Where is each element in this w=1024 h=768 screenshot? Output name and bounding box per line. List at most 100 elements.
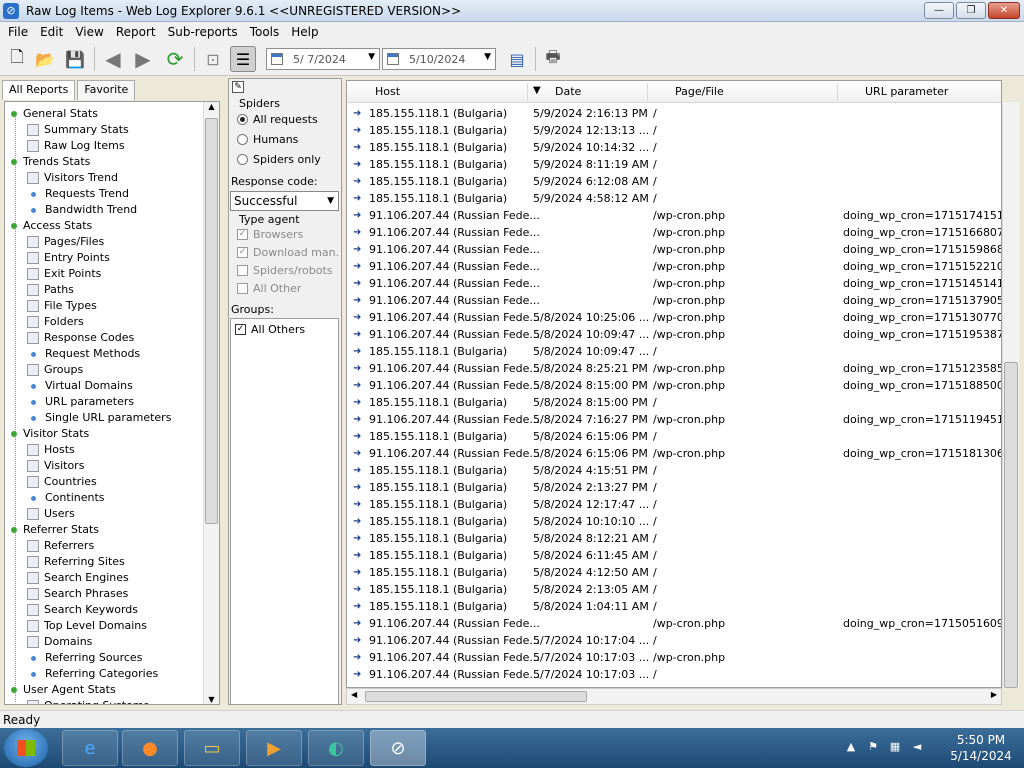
table-row[interactable]: ➜ 185.155.118.1 (Bulgaria) 5/8/2024 1:04:1… <box>347 598 1001 615</box>
web-log-explorer-icon[interactable]: ⊘ <box>370 730 426 766</box>
tree-item[interactable]: Top Level Domains <box>27 618 147 634</box>
media-player-icon[interactable]: ▶ <box>246 730 302 766</box>
tree-item[interactable]: Search Engines <box>27 570 129 586</box>
tree-item[interactable]: Raw Log Items <box>27 138 125 154</box>
table-row[interactable]: ➜ 91.106.207.44 (Russian Fede... 5/8/2024 … <box>347 377 1001 394</box>
table-row[interactable]: ➜ 185.155.118.1 (Bulgaria) 5/9/2024 6:12:0… <box>347 173 1001 190</box>
tree-item[interactable]: Referring Categories <box>27 666 158 682</box>
tree-item[interactable]: Paths <box>27 282 74 298</box>
table-row[interactable]: ➜ 185.155.118.1 (Bulgaria) 5/9/2024 4:58:1… <box>347 190 1001 207</box>
tree-item[interactable]: Entry Points <box>27 250 110 266</box>
open-folder-icon[interactable]: 📂 <box>32 46 58 72</box>
tree-item[interactable]: Folders <box>27 314 84 330</box>
tree-scroll-thumb[interactable] <box>205 118 218 524</box>
tree-item[interactable]: File Types <box>27 298 97 314</box>
table-row[interactable]: ➜ 185.155.118.1 (Bulgaria) 5/8/2024 2:13:2… <box>347 479 1001 496</box>
menu-sub-reports[interactable]: Sub-reports <box>162 22 244 42</box>
forward-icon[interactable]: ▶ <box>130 46 156 72</box>
table-row[interactable]: ➜ 185.155.118.1 (Bulgaria) 5/8/2024 4:12:5… <box>347 564 1001 581</box>
tree-item[interactable]: Visitor Stats <box>11 426 89 442</box>
firefox-icon[interactable]: ● <box>122 730 178 766</box>
tree-item[interactable]: Search Phrases <box>27 586 128 602</box>
table-row[interactable]: ➜ 91.106.207.44 (Russian Fede... 5/8/2024 … <box>347 411 1001 428</box>
new-file-icon[interactable]: 🗋 <box>4 46 30 72</box>
columns-icon[interactable]: ▤ <box>504 46 530 72</box>
refresh-icon[interactable]: ⟳ <box>162 46 188 72</box>
pin-icon[interactable]: ✎ <box>232 81 244 93</box>
tree-scrollbar[interactable]: ▲ ▼ <box>203 102 219 704</box>
chevron-down-icon[interactable]: ▼ <box>484 52 491 62</box>
flag-icon[interactable]: ⚑ <box>866 740 880 754</box>
table-row[interactable]: ➜ 185.155.118.1 (Bulgaria) 5/8/2024 12:17:… <box>347 496 1001 513</box>
tree-item[interactable]: Referring Sites <box>27 554 125 570</box>
back-icon[interactable]: ◀ <box>100 46 126 72</box>
menu-help[interactable]: Help <box>285 22 324 42</box>
table-scroll-thumb[interactable] <box>1004 362 1018 688</box>
tree-item[interactable]: URL parameters <box>27 394 134 410</box>
table-row[interactable]: ➜ 91.106.207.44 (Russian Fede... 5/7/2024 … <box>347 632 1001 649</box>
table-row[interactable]: ➜ 185.155.118.1 (Bulgaria) 5/8/2024 8:15:0… <box>347 394 1001 411</box>
internet-explorer-icon[interactable]: e <box>62 730 118 766</box>
tree-item[interactable]: General Stats <box>11 106 98 122</box>
checkbox-all-other[interactable]: All Other <box>237 282 301 295</box>
date-from-picker[interactable]: 5/ 7/2024 ▼ <box>266 48 380 70</box>
table-row[interactable]: ➜ 91.106.207.44 (Russian Fede... 5/7/2024 … <box>347 649 1001 666</box>
close-button[interactable]: ✕ <box>988 2 1020 19</box>
table-hscroll-thumb[interactable] <box>365 691 587 702</box>
menu-tools[interactable]: Tools <box>244 22 286 42</box>
tree-item[interactable]: Visitors Trend <box>27 170 118 186</box>
app-green-icon[interactable]: ◐ <box>308 730 364 766</box>
tree-item[interactable]: Bandwidth Trend <box>27 202 137 218</box>
column-page-file[interactable]: Page/File <box>675 85 724 98</box>
tab-favorite[interactable]: Favorite <box>77 80 136 100</box>
tree-item[interactable]: Referrer Stats <box>11 522 99 538</box>
tree-item[interactable]: Visitors <box>27 458 84 474</box>
table-row[interactable]: ➜ 91.106.207.44 (Russian Fede... /wp-cron.… <box>347 207 1001 224</box>
menu-report[interactable]: Report <box>110 22 162 42</box>
table-row[interactable]: ➜ 185.155.118.1 (Bulgaria) 5/9/2024 12:13:… <box>347 122 1001 139</box>
tree-item[interactable]: Users <box>27 506 75 522</box>
table-row[interactable]: ➜ 91.106.207.44 (Russian Fede... 5/8/2024 … <box>347 445 1001 462</box>
table-horizontal-scrollbar[interactable]: ◀ ▶ <box>346 688 1002 705</box>
volume-muted-icon[interactable]: ◄ <box>910 740 924 754</box>
tree-item[interactable]: Operating Systems <box>27 698 149 704</box>
file-explorer-icon[interactable]: ▭ <box>184 730 240 766</box>
table-row[interactable]: ➜ 185.155.118.1 (Bulgaria) 5/8/2024 2:13:0… <box>347 581 1001 598</box>
table-row[interactable]: ➜ 91.106.207.44 (Russian Fede... 5/8/2024 … <box>347 309 1001 326</box>
table-row[interactable]: ➜ 91.106.207.44 (Russian Fede... /wp-cron.… <box>347 241 1001 258</box>
start-button[interactable] <box>4 729 48 767</box>
table-row[interactable]: ➜ 185.155.118.1 (Bulgaria) 5/8/2024 6:11:4… <box>347 547 1001 564</box>
tree-item[interactable]: Hosts <box>27 442 75 458</box>
table-row[interactable]: ➜ 91.106.207.44 (Russian Fede... 5/8/2024 … <box>347 360 1001 377</box>
table-row[interactable]: ➜ 185.155.118.1 (Bulgaria) 5/8/2024 10:10:… <box>347 513 1001 530</box>
table-vertical-scrollbar[interactable] <box>1002 102 1019 688</box>
table-row[interactable]: ➜ 91.106.207.44 (Russian Fede... /wp-cron.… <box>347 292 1001 309</box>
tree-item[interactable]: Continents <box>27 490 105 506</box>
table-row[interactable]: ➜ 91.106.207.44 (Russian Fede... /wp-cron.… <box>347 258 1001 275</box>
checkbox-download-manager[interactable]: ✓ Download man. <box>237 246 339 259</box>
table-row[interactable]: ➜ 91.106.207.44 (Russian Fede... /wp-cron.… <box>347 224 1001 241</box>
radio-humans[interactable]: Humans <box>237 133 298 146</box>
column-url-parameter[interactable]: URL parameter <box>865 85 948 98</box>
table-row[interactable]: ➜ 91.106.207.44 (Russian Fede... /wp-cron.… <box>347 615 1001 632</box>
checkbox-group-all-others[interactable]: ✓ All Others <box>235 323 305 336</box>
show-hidden-icons-icon[interactable]: ▲ <box>844 740 858 754</box>
table-row[interactable]: ➜ 185.155.118.1 (Bulgaria) 5/8/2024 4:15:5… <box>347 462 1001 479</box>
tree-item[interactable]: Referrers <box>27 538 94 554</box>
tree-item[interactable]: Virtual Domains <box>27 378 133 394</box>
date-to-picker[interactable]: 5/10/2024 ▼ <box>382 48 496 70</box>
tree-item[interactable]: Request Methods <box>27 346 140 362</box>
tree-item[interactable]: Access Stats <box>11 218 92 234</box>
menu-file[interactable]: File <box>2 22 34 42</box>
table-row[interactable]: ➜ 91.106.207.44 (Russian Fede... 5/7/2024 … <box>347 666 1001 683</box>
table-row[interactable]: ➜ 185.155.118.1 (Bulgaria) 5/9/2024 2:16:1… <box>347 105 1001 122</box>
filter-panel-icon[interactable]: ☰ <box>230 46 256 72</box>
tree-item[interactable]: Response Codes <box>27 330 134 346</box>
minimize-button[interactable]: — <box>924 2 954 19</box>
checkbox-spiders-robots[interactable]: Spiders/robots <box>237 264 333 277</box>
table-row[interactable]: ➜ 91.106.207.44 (Russian Fede... 5/8/2024 … <box>347 326 1001 343</box>
table-row[interactable]: ➜ 185.155.118.1 (Bulgaria) 5/8/2024 10:09:… <box>347 343 1001 360</box>
maximize-button[interactable]: ❐ <box>956 2 986 19</box>
tree-item[interactable]: Exit Points <box>27 266 101 282</box>
sort-desc-icon[interactable]: ▼ <box>533 85 541 96</box>
